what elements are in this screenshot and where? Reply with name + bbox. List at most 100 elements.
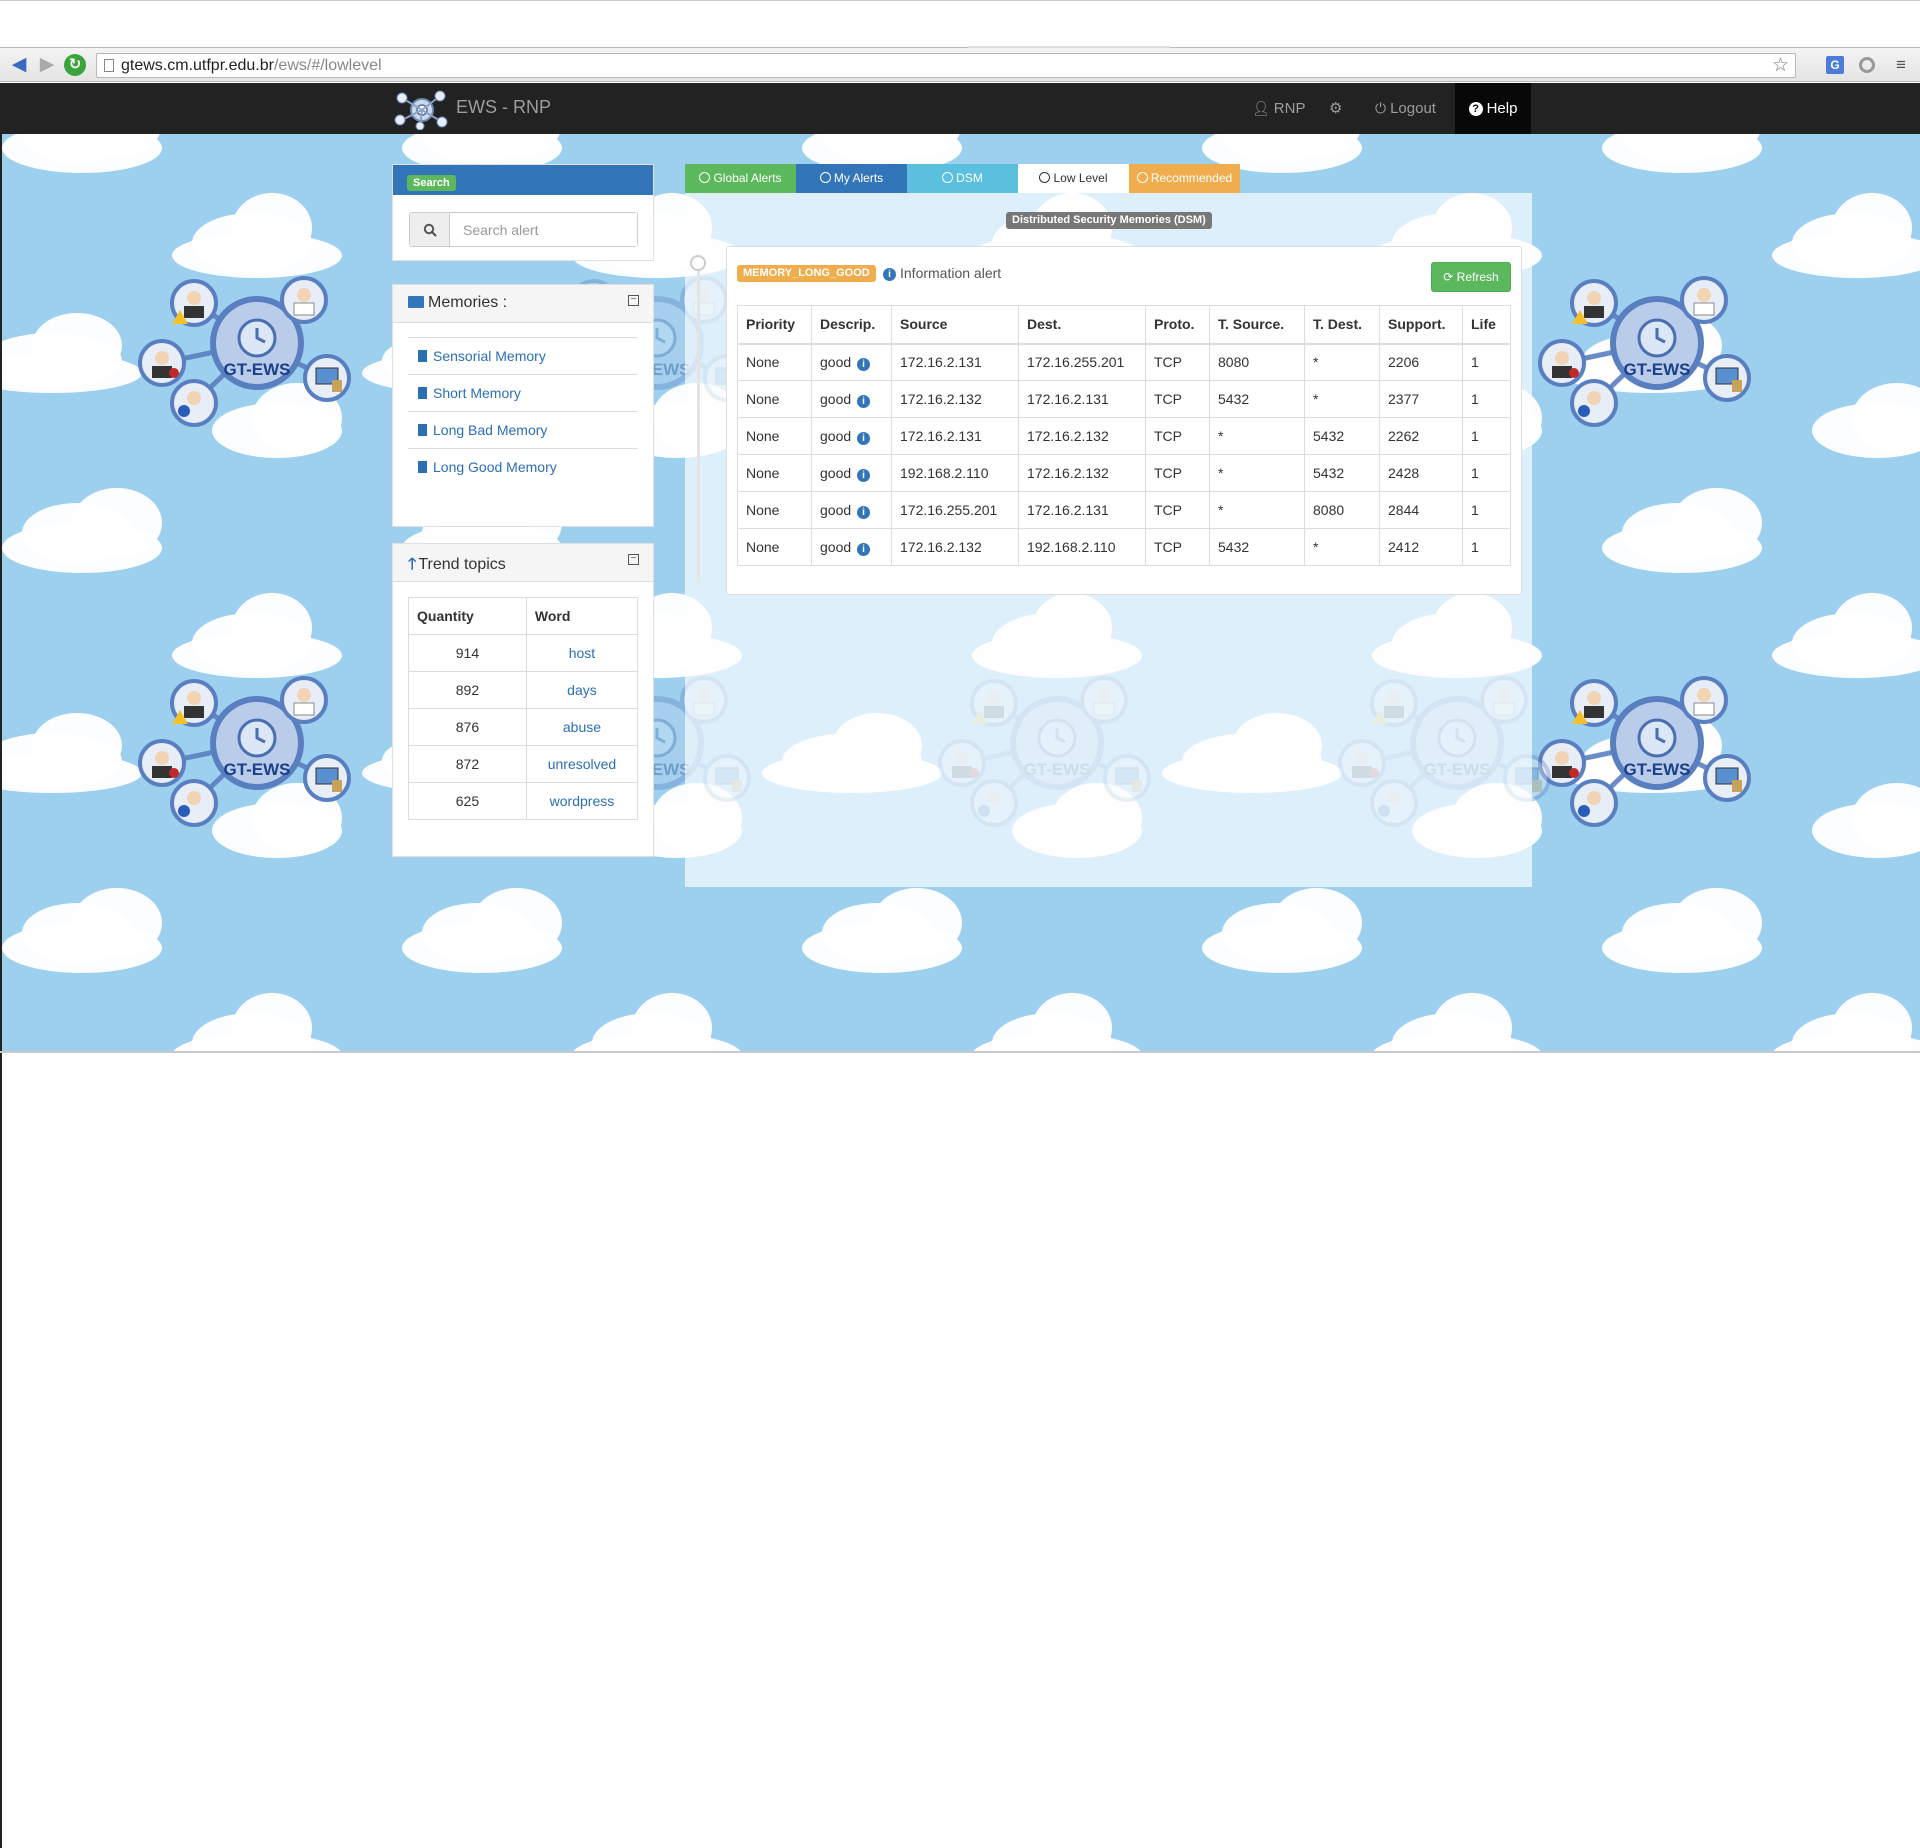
memory-type-badge: MEMORY_LONG_GOOD [737,265,876,282]
life-cell: 1 [1462,528,1511,566]
table-row: None good i 192.168.2.110 172.16.2.132 T… [737,454,1511,492]
tab-my-alerts[interactable]: My Alerts [796,164,907,193]
address-bar[interactable]: gtews.cm.utfpr.edu.br/ews/#/lowlevel ☆ [96,53,1796,78]
cloud [2,523,162,573]
browser-tab-strip [0,0,1920,48]
browser-toolbar: ◀ ▶ ↻ gtews.cm.utfpr.edu.br/ews/#/lowlev… [0,48,1920,82]
reload-icon[interactable]: ↻ [64,54,86,76]
word-link[interactable]: host [525,634,639,672]
extension-icon[interactable] [1859,57,1875,73]
arrow-up-icon: 🡑 [408,556,417,573]
nav-logout-label: Logout [1390,100,1436,117]
tab-global-alerts[interactable]: Global Alerts [685,164,796,193]
memory-item-label: Long Good Memory [433,459,557,475]
dest-cell: 172.16.2.132 [1018,417,1146,455]
support-cell: 2844 [1379,491,1463,529]
info-icon[interactable]: i [883,268,896,281]
description-text: good [820,464,852,481]
info-icon[interactable]: i [857,468,871,482]
tab-label: Global Alerts [713,171,782,185]
info-icon[interactable]: i [857,357,871,371]
memory-item-sensorial[interactable]: Sensorial Memory [408,337,638,374]
bookmark-star-icon[interactable]: ☆ [1772,54,1789,77]
quantity-cell: 625 [408,782,527,820]
column-header: Word [525,597,639,635]
description-cell: good i [811,454,892,492]
forward-arrow-icon[interactable]: ▶ [36,55,58,75]
proto-cell: TCP [1145,417,1210,455]
info-icon[interactable]: i [857,431,871,445]
trend-table: Quantity Word 914 host 892 days 876 abuse 8… [408,597,639,820]
source-cell: 172.16.255.201 [891,491,1019,529]
tab-label: DSM [956,171,983,185]
column-header: Proto. [1145,305,1210,345]
memory-item-long-good[interactable]: Long Good Memory [408,448,638,485]
nav-user-link[interactable]: 👤︎ RNP [1252,83,1305,134]
nav-logout-link[interactable]: ⏻ Logout [1375,83,1436,134]
file-icon [418,387,427,399]
t-dest-cell: 8080 [1304,491,1380,529]
alert-table: Priority Descrip. Source Dest. Proto. T.… [737,305,1511,566]
translate-icon[interactable]: G [1826,56,1844,74]
refresh-button[interactable]: ⟳ Refresh [1431,262,1511,292]
quantity-cell: 876 [408,708,527,746]
proto-cell: TCP [1145,454,1210,492]
ews-logo-icon[interactable] [390,88,450,130]
info-icon[interactable]: i [857,505,871,519]
memories-list: Sensorial Memory Short Memory Long Bad M… [408,337,638,485]
t-source-cell: 5432 [1209,528,1305,566]
tab-dsm[interactable]: DSM [907,164,1018,193]
clock-icon [699,172,711,183]
quantity-cell: 872 [408,745,527,783]
t-dest-cell: * [1304,380,1380,418]
table-row: None good i 172.16.255.201 172.16.2.131 … [737,491,1511,529]
search-icon[interactable] [410,213,450,246]
tab-label: Recommended [1150,171,1233,185]
tab-low-level[interactable]: Low Level [1018,164,1129,193]
gt-ews-hub-graphic: GT-EWS [1538,276,1751,427]
user-icon: 👤︎ [1252,100,1270,116]
info-icon[interactable]: i [857,394,871,408]
word-link[interactable]: wordpress [525,782,639,820]
life-cell: 1 [1462,380,1511,418]
search-panel: Search [392,164,654,261]
back-arrow-icon[interactable]: ◀ [8,55,30,75]
support-cell: 2377 [1379,380,1463,418]
info-icon[interactable]: i [857,542,871,556]
life-cell: 1 [1462,343,1511,381]
source-cell: 172.16.2.131 [891,417,1019,455]
word-link[interactable]: abuse [525,708,639,746]
source-cell: 172.16.2.131 [891,343,1019,381]
settings-gears-icon[interactable]: ⚙ [1329,83,1342,134]
brand-name[interactable]: EWS - RNP [456,97,551,118]
cloud [2,923,162,973]
column-header: Life [1462,305,1511,345]
browser-menu-icon[interactable]: ≡ [1892,56,1910,74]
word-link[interactable]: unresolved [525,745,639,783]
refresh-label: Refresh [1456,270,1499,284]
tab-recommended[interactable]: Recommended [1129,164,1240,193]
column-header: Source [891,305,1019,345]
priority-cell: None [737,380,812,418]
search-input[interactable] [451,213,637,246]
table-row: None good i 172.16.2.131 172.16.255.201 … [737,343,1511,381]
priority-cell: None [737,417,812,455]
collapse-icon[interactable]: − [628,554,639,565]
memory-item-short[interactable]: Short Memory [408,374,638,411]
memory-item-label: Sensorial Memory [433,348,546,364]
table-row: None good i 172.16.2.131 172.16.2.132 TC… [737,417,1511,455]
word-link[interactable]: days [525,671,639,709]
timeline-dot [690,255,706,271]
svg-text:GT-EWS: GT-EWS [1623,760,1690,779]
trend-header-row: Quantity Word [408,597,639,635]
memory-item-long-bad[interactable]: Long Bad Memory [408,411,638,448]
table-row: 876 abuse [408,708,639,746]
proto-cell: TCP [1145,491,1210,529]
collapse-icon[interactable]: − [628,295,639,306]
power-icon: ⏻ [1375,100,1387,116]
file-icon [418,350,427,362]
description-text: good [820,538,852,555]
t-dest-cell: * [1304,343,1380,381]
nav-help-link[interactable]: ? Help [1455,83,1531,134]
window-left-edge [0,1053,2,1848]
